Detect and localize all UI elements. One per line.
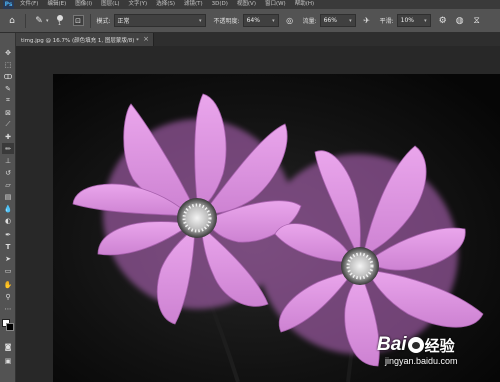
frame-tool-icon[interactable]: ⊠ xyxy=(2,107,14,118)
background-color-swatch[interactable] xyxy=(6,323,14,331)
paw-icon xyxy=(411,342,420,349)
gear-icon[interactable]: ⚙ xyxy=(436,14,450,28)
menu-select[interactable]: 选择(S) xyxy=(156,0,175,9)
menu-bar: Ps 文件(F) 编辑(E) 图像(I) 图层(L) 文字(Y) 选择(S) 滤… xyxy=(0,0,500,9)
smoothing-value: 10% xyxy=(400,17,414,24)
flow-label: 流量: xyxy=(302,18,317,25)
brush-settings-panel-icon[interactable]: ⊡ xyxy=(72,15,84,26)
menu-filter[interactable]: 滤镜(T) xyxy=(184,0,203,9)
marquee-tool-icon[interactable]: ⬚ xyxy=(2,59,14,70)
canvas-area[interactable]: Bai 经验 jingyan.baidu.com xyxy=(17,46,500,382)
rectangle-tool-icon[interactable]: ▭ xyxy=(2,265,14,276)
menu-image[interactable]: 图像(I) xyxy=(75,0,92,9)
menu-type[interactable]: 文字(Y) xyxy=(129,0,148,9)
opacity-label: 不透明度: xyxy=(213,18,240,25)
dropdown-chevron-icon[interactable]: ▾ xyxy=(46,18,49,24)
paw-icon xyxy=(407,337,424,353)
photoshop-logo[interactable]: Ps xyxy=(3,0,14,9)
screen-mode-icon[interactable]: ▣ xyxy=(2,355,14,366)
pressure-size-icon[interactable]: ◍ xyxy=(453,14,467,28)
mode-dropdown[interactable]: 正常 ▾ xyxy=(113,14,206,27)
flow-field[interactable]: 66% ▾ xyxy=(319,14,356,27)
menu-file[interactable]: 文件(F) xyxy=(20,0,38,9)
menu-view[interactable]: 视图(V) xyxy=(237,0,256,9)
tools-panel: ✥ ⬚ ↀ ✎ ⌗ ⊠ ⟋ ✚ ✏ ⊥ ↺ ▱ ▤ 💧 ◐ ✒ T ➤ ▭ ✋ … xyxy=(0,33,16,382)
menu-layer[interactable]: 图层(L) xyxy=(101,0,119,9)
history-brush-tool-icon[interactable]: ↺ xyxy=(2,167,14,178)
menu-help[interactable]: 帮助(H) xyxy=(295,0,314,9)
menu-edit[interactable]: 编辑(E) xyxy=(47,0,66,9)
document-tab-title: timg.jpg @ 16.7% (颜色填充 1, 图层蒙版/8) * xyxy=(21,37,139,44)
menu-3d[interactable]: 3D(D) xyxy=(212,0,228,9)
eyedropper-tool-icon[interactable]: ⟋ xyxy=(2,119,14,130)
opacity-value: 64% xyxy=(246,17,260,24)
brush-preset-icon[interactable]: ✎ xyxy=(32,14,46,28)
gradient-tool-icon[interactable]: ▤ xyxy=(2,191,14,202)
brush-size-preview[interactable]: 1 xyxy=(56,14,63,27)
home-icon[interactable]: ⌂ xyxy=(5,14,19,28)
clone-stamp-tool-icon[interactable]: ⊥ xyxy=(2,155,14,166)
watermark-url: jingyan.baidu.com xyxy=(385,356,458,366)
type-tool-icon[interactable]: T xyxy=(2,241,14,252)
quick-select-tool-icon[interactable]: ✎ xyxy=(2,83,14,94)
brush-tool-icon[interactable]: ✏ xyxy=(2,143,14,154)
smoothing-field[interactable]: 10% ▾ xyxy=(396,14,431,27)
chevron-down-icon: ▾ xyxy=(349,17,352,24)
symmetry-icon[interactable]: ⧖ xyxy=(470,14,484,28)
move-tool-icon[interactable]: ✥ xyxy=(2,47,14,58)
brush-size-value: 1 xyxy=(57,20,62,27)
chevron-down-icon: ▾ xyxy=(272,17,275,24)
quick-mask-icon[interactable]: ◙ xyxy=(2,341,14,352)
watermark-brand: Bai xyxy=(377,334,407,355)
path-select-tool-icon[interactable]: ➤ xyxy=(2,253,14,264)
blur-tool-icon[interactable]: 💧 xyxy=(2,203,14,214)
close-icon[interactable]: × xyxy=(143,33,149,46)
watermark-brand-2: 经验 xyxy=(424,336,455,355)
document-tab[interactable]: timg.jpg @ 16.7% (颜色填充 1, 图层蒙版/8) * × xyxy=(16,33,154,46)
dodge-tool-icon[interactable]: ◐ xyxy=(2,215,14,226)
healing-tool-icon[interactable]: ✚ xyxy=(2,131,14,142)
hand-tool-icon[interactable]: ✋ xyxy=(2,279,14,290)
airbrush-icon[interactable]: ✈ xyxy=(360,14,374,28)
zoom-tool-icon[interactable]: ⚲ xyxy=(2,291,14,302)
opacity-field[interactable]: 64% ▾ xyxy=(242,14,279,27)
eraser-tool-icon[interactable]: ▱ xyxy=(2,179,14,190)
flow-value: 66% xyxy=(323,17,337,24)
crop-tool-icon[interactable]: ⌗ xyxy=(2,95,14,106)
chevron-down-icon: ▾ xyxy=(424,17,427,24)
pen-tool-icon[interactable]: ✒ xyxy=(2,229,14,240)
options-bar: ⌂ ✎ ▾ 1 ⊡ 模式: 正常 ▾ 不透明度: 64% ▾ ◎ 流量: 66% ▾ … xyxy=(0,9,500,33)
mode-value: 正常 xyxy=(117,18,130,25)
mode-label: 模式: xyxy=(96,18,111,25)
lasso-tool-icon[interactable]: ↀ xyxy=(2,71,14,82)
more-tools-icon[interactable]: ⋯ xyxy=(2,303,14,314)
document-tab-bar: timg.jpg @ 16.7% (颜色填充 1, 图层蒙版/8) * × xyxy=(16,33,500,46)
menu-window[interactable]: 窗口(W) xyxy=(265,0,286,9)
pressure-opacity-icon[interactable]: ◎ xyxy=(283,14,297,28)
chevron-down-icon: ▾ xyxy=(199,17,202,24)
baidu-watermark: Bai 经验 jingyan.baidu.com xyxy=(377,334,497,378)
smoothing-label: 平滑: xyxy=(379,18,394,25)
